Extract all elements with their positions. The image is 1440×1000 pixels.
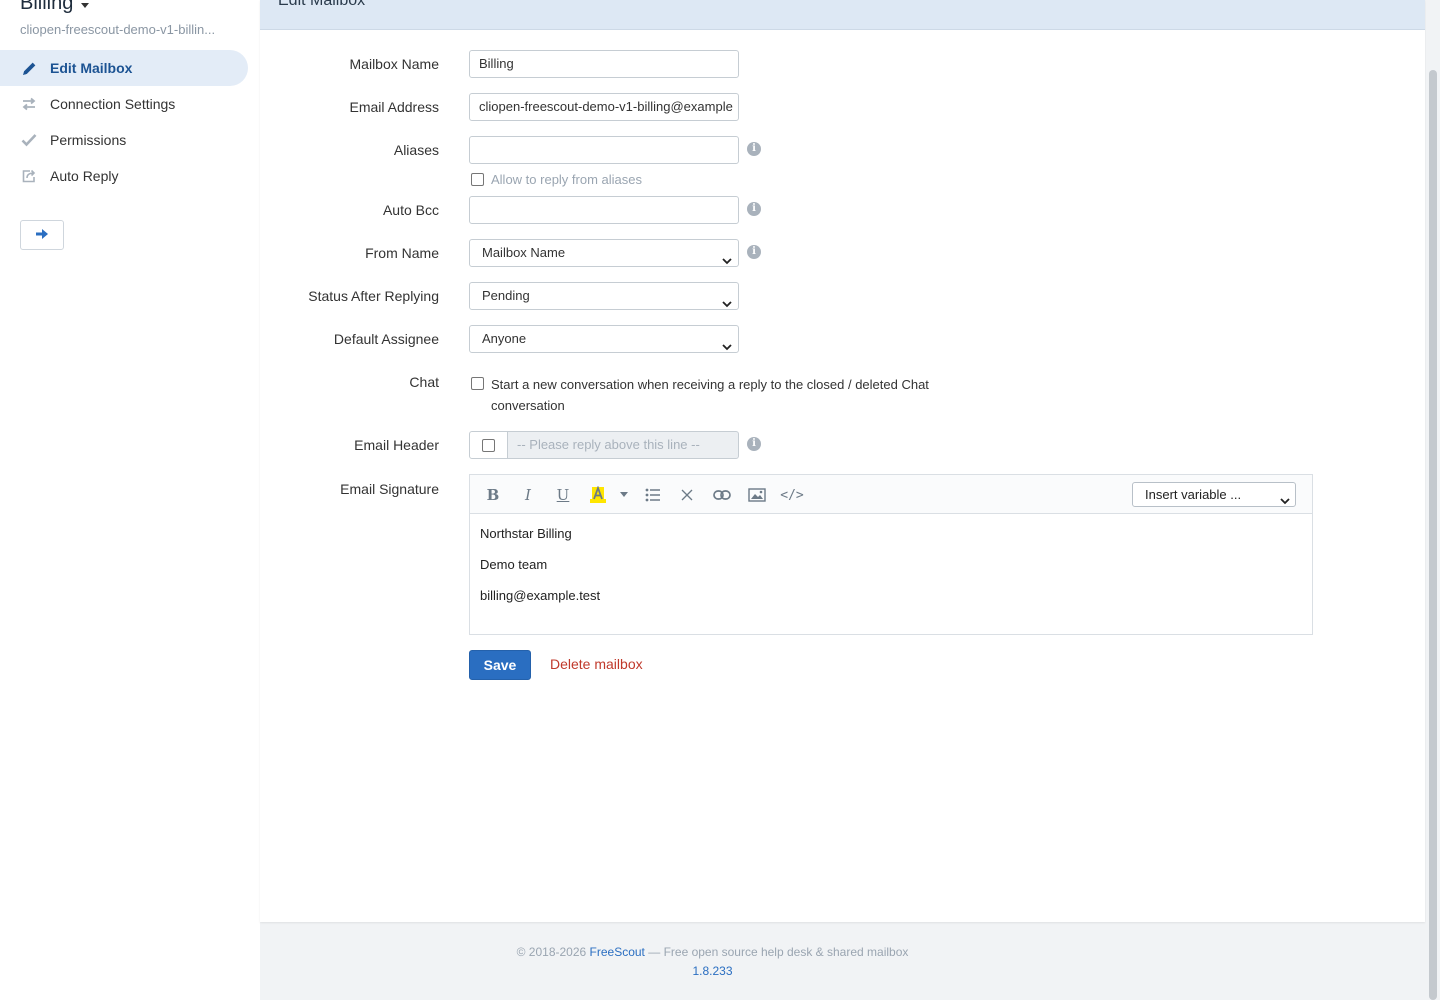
auto-bcc-label: Auto Bcc [382, 202, 439, 218]
sidebar-nav: Edit Mailbox Connection Settings Permiss… [0, 50, 248, 194]
reply-icon [20, 167, 38, 185]
aliases-label: Aliases [393, 142, 439, 158]
info-icon[interactable]: i [747, 142, 761, 156]
mailbox-email: cliopen-freescout-demo-v1-billin... [20, 22, 216, 37]
freescout-link[interactable]: FreeScout [590, 945, 645, 959]
status-after-replying-select[interactable]: Pending [469, 282, 739, 310]
footer-tagline: — Free open source help desk & shared ma… [648, 945, 909, 959]
signature-line: Demo team [480, 557, 548, 572]
pencil-icon [20, 59, 38, 77]
from-name-label: From Name [365, 245, 439, 261]
underline-icon[interactable]: U [553, 485, 573, 505]
status-after-replying-label: Status After Replying [308, 288, 439, 304]
version-link[interactable]: 1.8.233 [692, 964, 732, 978]
signature-editor-body[interactable]: Northstar Billing Demo team billing@exam… [470, 514, 1312, 631]
status-after-replying-value: Pending [482, 288, 530, 303]
save-button[interactable]: Save [469, 650, 531, 680]
aliases-input[interactable] [469, 136, 739, 164]
email-address-input[interactable]: cliopen-freescout-demo-v1-billing@exampl… [469, 93, 739, 121]
caret-down-icon [81, 2, 90, 8]
from-name-select[interactable]: Mailbox Name [469, 239, 739, 267]
chevron-down-icon [722, 334, 732, 360]
check-icon [20, 131, 38, 149]
mailbox-switcher[interactable]: Billing [20, 0, 90, 15]
chat-option-line-1: Start a new conversation when receiving … [491, 377, 929, 392]
sidebar: Billing cliopen-freescout-demo-v1-billin… [0, 0, 260, 1000]
footer: © 2018-2026 FreeScout — Free open source… [260, 943, 1165, 981]
email-header-label: Email Header [354, 437, 439, 453]
allow-reply-aliases-label: Allow to reply from aliases [491, 172, 642, 187]
chevron-down-icon [722, 248, 732, 274]
italic-icon[interactable]: I [518, 485, 538, 505]
auto-bcc-input[interactable] [469, 196, 739, 224]
sidebar-item-permissions[interactable]: Permissions [0, 122, 248, 158]
chevron-down-icon [722, 291, 732, 317]
info-icon[interactable]: i [747, 437, 761, 451]
sidebar-item-label: Auto Reply [50, 168, 119, 184]
mailbox-title: Billing [20, 0, 74, 14]
highlight-icon[interactable] [588, 485, 608, 505]
panel-header: Edit Mailbox [260, 0, 1425, 30]
scrollbar-thumb[interactable] [1429, 70, 1437, 1000]
mailbox-name-label: Mailbox Name [349, 56, 439, 72]
sidebar-item-label: Permissions [50, 132, 127, 148]
delete-mailbox-link[interactable]: Delete mailbox [550, 656, 643, 672]
info-icon[interactable]: i [747, 245, 761, 259]
info-icon[interactable]: i [747, 202, 761, 216]
chat-option-text: Start a new conversation when receiving … [491, 374, 971, 416]
chat-label: Chat [409, 374, 439, 390]
signature-editor: B I U </> Insert variable ... Northstar … [469, 474, 1313, 635]
from-name-value: Mailbox Name [482, 245, 566, 260]
email-signature-label: Email Signature [340, 481, 439, 497]
sidebar-item-label: Edit Mailbox [50, 60, 133, 76]
caret-down-icon[interactable] [618, 485, 630, 505]
clear-format-icon[interactable] [677, 485, 697, 505]
arrow-right-icon [35, 227, 49, 243]
allow-reply-aliases-option: Allow to reply from aliases [471, 172, 642, 187]
default-assignee-value: Anyone [482, 331, 527, 346]
insert-variable-value: Insert variable ... [1145, 487, 1242, 502]
insert-variable-select[interactable]: Insert variable ... [1132, 482, 1296, 507]
image-icon[interactable] [747, 485, 767, 505]
allow-reply-aliases-checkbox[interactable] [471, 173, 484, 186]
default-assignee-select[interactable]: Anyone [469, 325, 739, 353]
email-header-input[interactable]: -- Please reply above this line -- [507, 431, 739, 459]
signature-line: Northstar Billing [480, 526, 572, 541]
email-header-checkbox[interactable] [482, 438, 495, 452]
list-icon[interactable] [643, 485, 663, 505]
scrollbar[interactable] [1426, 0, 1440, 1000]
sidebar-item-auto-reply[interactable]: Auto Reply [0, 158, 248, 194]
sidebar-toggle-button[interactable] [20, 220, 64, 250]
transfer-icon [20, 95, 38, 113]
link-icon[interactable] [712, 485, 732, 505]
chevron-down-icon [1280, 489, 1290, 512]
page-title: Edit Mailbox [278, 0, 366, 9]
email-header-toggle [469, 431, 508, 459]
editor-toolbar: B I U </> Insert variable ... [470, 475, 1312, 514]
default-assignee-label: Default Assignee [333, 331, 439, 347]
email-address-label: Email Address [349, 99, 439, 115]
chat-option-line-2: conversation [491, 398, 565, 413]
bold-icon[interactable]: B [483, 485, 503, 505]
edit-mailbox-panel: Edit Mailbox Mailbox Name Billing Email … [260, 0, 1425, 922]
code-view-icon[interactable]: </> [780, 485, 803, 505]
footer-copyright: © 2018-2026 [516, 945, 587, 959]
sidebar-item-edit-mailbox[interactable]: Edit Mailbox [0, 50, 248, 86]
mailbox-name-input[interactable]: Billing [469, 50, 739, 78]
sidebar-item-connection-settings[interactable]: Connection Settings [0, 86, 248, 122]
chat-new-conversation-checkbox[interactable] [471, 377, 484, 390]
footer-line: © 2018-2026 FreeScout — Free open source… [260, 943, 1165, 962]
signature-line: billing@example.test [480, 588, 601, 603]
sidebar-item-label: Connection Settings [50, 96, 176, 112]
